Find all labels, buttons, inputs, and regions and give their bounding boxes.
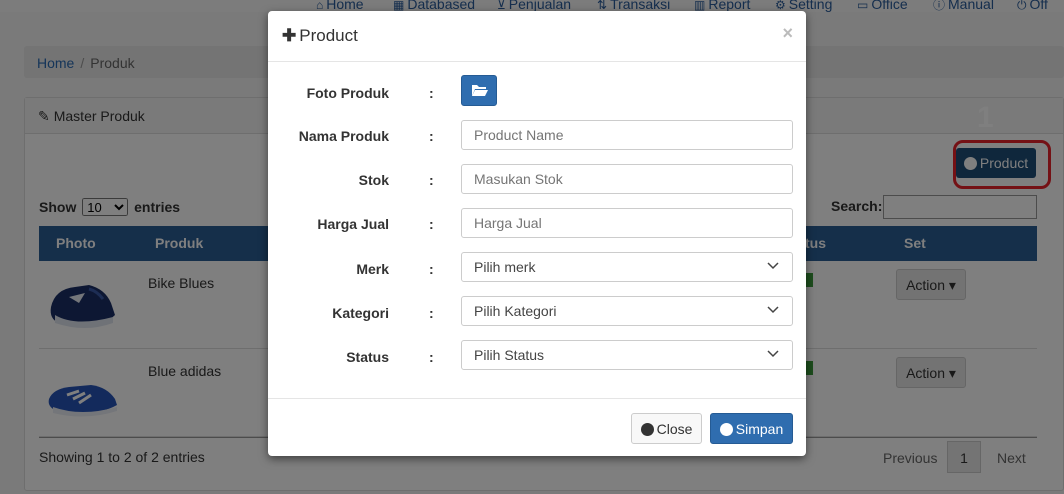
field-nama-produk: Nama Produk :: [268, 120, 806, 154]
stock-input[interactable]: [461, 164, 793, 194]
chevron-down-icon: [767, 350, 779, 358]
product-name-input[interactable]: [461, 120, 793, 150]
kategori-select[interactable]: Pilih Kategori: [461, 296, 793, 326]
modal-header: ✚ Product ×: [268, 11, 806, 62]
folder-open-icon: [472, 85, 488, 96]
status-select[interactable]: Pilih Status: [461, 340, 793, 370]
close-button[interactable]: Close: [631, 413, 702, 444]
chevron-down-icon: [767, 306, 779, 314]
modal-title: ✚ Product: [282, 26, 358, 45]
merk-select[interactable]: Pilih merk: [461, 252, 793, 282]
chevron-down-icon: [767, 262, 779, 270]
check-circle-icon: [719, 423, 733, 436]
times-circle-icon: [640, 423, 654, 436]
product-modal: ✚Product × Foto Produk : Nama Produk : S…: [268, 11, 806, 456]
modal-footer: Close Simpan: [268, 398, 806, 456]
field-kategori: Kategori : Pilih Kategori: [268, 296, 806, 330]
field-stok: Stok :: [268, 164, 806, 198]
field-foto-produk: Foto Produk :: [268, 75, 806, 111]
field-harga-jual: Harga Jual :: [268, 208, 806, 242]
field-status: Status : Pilih Status: [268, 340, 806, 374]
upload-photo-button[interactable]: [461, 75, 497, 106]
field-merk: Merk : Pilih merk: [268, 252, 806, 286]
close-icon[interactable]: ×: [782, 23, 793, 44]
plus-icon: ✚: [282, 26, 297, 45]
price-input[interactable]: [461, 208, 793, 238]
save-button[interactable]: Simpan: [710, 413, 793, 444]
